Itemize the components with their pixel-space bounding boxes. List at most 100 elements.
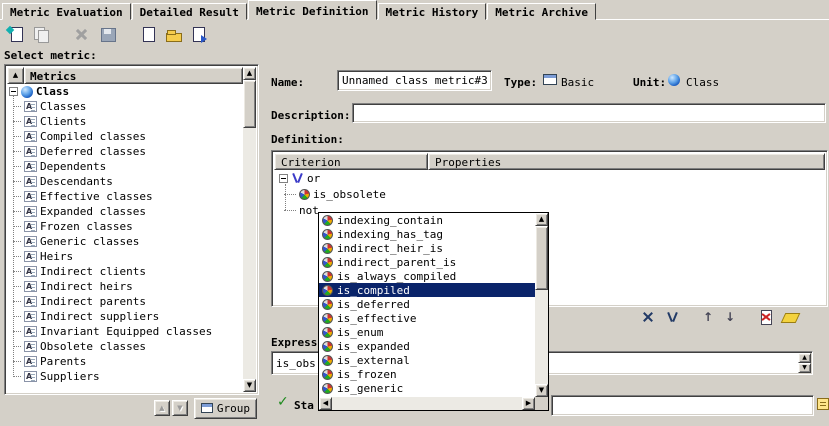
name-value: Unnamed class metric#3 xyxy=(342,74,488,87)
new-metric-button[interactable] xyxy=(2,22,28,46)
tree-item-expanded-classes[interactable]: Expanded classes xyxy=(13,204,243,219)
sort-header-cell[interactable]: ▲ xyxy=(7,67,24,84)
tree-item-frozen-classes[interactable]: Frozen classes xyxy=(13,219,243,234)
metric-icon xyxy=(24,146,37,157)
export-button[interactable] xyxy=(186,22,212,46)
properties-column-header[interactable]: Properties xyxy=(428,153,825,170)
tree-branch-line xyxy=(13,331,21,332)
left-triangle-icon: ◀ xyxy=(323,400,328,407)
tree-item-indirect-parents[interactable]: Indirect parents xyxy=(13,294,243,309)
criterion-option-indirect-parent-is[interactable]: indirect_parent_is xyxy=(319,255,535,269)
criterion-option-is-expanded[interactable]: is_expanded xyxy=(319,339,535,353)
scroll-down-button[interactable]: ▼ xyxy=(243,379,256,392)
tree-item-heirs[interactable]: Heirs xyxy=(13,249,243,264)
criterion-option-indexing-has-tag[interactable]: indexing_has_tag xyxy=(319,227,535,241)
collapse-icon[interactable] xyxy=(279,174,288,183)
option-label: is_generic xyxy=(337,382,403,395)
tree-item-obsolete-classes[interactable]: Obsolete classes xyxy=(13,339,243,354)
expression-scrollbar[interactable]: ▲ ▼ xyxy=(798,353,811,373)
tree-branch-line xyxy=(13,301,21,302)
exchange-criterion-icon[interactable] xyxy=(640,309,656,325)
tree-item-compiled-classes[interactable]: Compiled classes xyxy=(13,129,243,144)
tree-item-label: Parents xyxy=(40,355,86,368)
tree-item-dependents[interactable]: Dependents xyxy=(13,159,243,174)
criterion-column-header[interactable]: Criterion xyxy=(274,153,428,170)
criterion-option-indirect-heir-is[interactable]: indirect_heir_is xyxy=(319,241,535,255)
criterion-option-is-deferred[interactable]: is_deferred xyxy=(319,297,535,311)
tree-item-generic-classes[interactable]: Generic classes xyxy=(13,234,243,249)
up-triangle-icon: ▲ xyxy=(802,355,807,361)
criterion-label: or xyxy=(307,172,320,185)
tab-metric-history[interactable]: Metric History xyxy=(378,3,487,20)
tab-metric-archive[interactable]: Metric Archive xyxy=(487,3,596,20)
unit-label: Unit: xyxy=(633,76,666,89)
option-label: indexing_has_tag xyxy=(337,228,443,241)
tab-detailed-result[interactable]: Detailed Result xyxy=(132,3,247,20)
scroll-up-button[interactable]: ▲ xyxy=(535,213,548,226)
option-label: is_deferred xyxy=(337,298,410,311)
criterion-icon xyxy=(322,257,333,268)
scroll-down-button[interactable]: ▼ xyxy=(798,363,811,373)
criterion-option-is-frozen[interactable]: is_frozen xyxy=(319,367,535,381)
metric-icon xyxy=(24,296,37,307)
tree-item-indirect-suppliers[interactable]: Indirect suppliers xyxy=(13,309,243,324)
name-input[interactable]: Unnamed class metric#3 xyxy=(337,70,492,91)
metric-list-header: ▲ Metrics xyxy=(7,67,243,84)
metrics-column-header[interactable]: Metrics xyxy=(24,67,243,84)
scroll-down-button[interactable]: ▼ xyxy=(535,384,548,397)
tree-scrollbar[interactable]: ▲ ▼ xyxy=(243,67,256,392)
open-file-button[interactable] xyxy=(160,22,186,46)
tree-scrollbar-thumb[interactable] xyxy=(243,80,256,128)
criterion-icon xyxy=(322,383,333,394)
definition-label: Definition: xyxy=(271,133,344,146)
delete-metric-icon xyxy=(73,26,90,42)
scroll-left-button[interactable]: ◀ xyxy=(319,397,332,410)
criterion-option-is-generic[interactable]: is_generic xyxy=(319,381,535,395)
option-label: is_always_compiled xyxy=(337,270,456,283)
description-input[interactable] xyxy=(352,103,826,123)
tree-branch-line xyxy=(13,151,21,152)
scroll-up-button[interactable]: ▲ xyxy=(798,353,811,363)
or-operator-icon[interactable] xyxy=(664,309,680,325)
status-input[interactable] xyxy=(551,395,814,416)
criterion-option-is-compiled[interactable]: is_compiled xyxy=(319,283,535,297)
scroll-right-button[interactable]: ▶ xyxy=(522,397,535,410)
comment-icon[interactable] xyxy=(817,398,829,410)
criterion-option-is-effective[interactable]: is_effective xyxy=(319,311,535,325)
criterion-row-or[interactable]: or xyxy=(274,170,825,186)
tree-item-descendants[interactable]: Descendants xyxy=(13,174,243,189)
criterion-option-is-always-compiled[interactable]: is_always_compiled xyxy=(319,269,535,283)
tree-item-effective-classes[interactable]: Effective classes xyxy=(13,189,243,204)
move-criterion-down-icon[interactable]: ↓ xyxy=(722,309,738,325)
tree-item-deferred-classes[interactable]: Deferred classes xyxy=(13,144,243,159)
criterion-option-is-external[interactable]: is_external xyxy=(319,353,535,367)
group-button[interactable]: Group xyxy=(194,398,257,419)
tree-item-indirect-clients[interactable]: Indirect clients xyxy=(13,264,243,279)
tree-item-class[interactable]: Class xyxy=(7,84,243,99)
dropdown-horizontal-scrollbar[interactable]: ◀ ▶ xyxy=(319,397,535,410)
delete-criterion-icon[interactable] xyxy=(758,309,774,325)
tab-metric-evaluation[interactable]: Metric Evaluation xyxy=(2,3,131,20)
tree-item-parents[interactable]: Parents xyxy=(13,354,243,369)
criterion-row-is-obsolete[interactable]: is_obsolete xyxy=(274,186,825,202)
tree-item-clients[interactable]: Clients xyxy=(13,114,243,129)
tab-metric-definition[interactable]: Metric Definition xyxy=(248,0,377,20)
tree-item-indirect-heirs[interactable]: Indirect heirs xyxy=(13,279,243,294)
criterion-icon xyxy=(322,327,333,338)
criterion-option-indexing-contain[interactable]: indexing_contain xyxy=(319,213,535,227)
tree-item-invariant-equipped-classes[interactable]: Invariant Equipped classes xyxy=(13,324,243,339)
tree-branch-line xyxy=(13,346,21,347)
criterion-icon xyxy=(322,215,333,226)
dropdown-scrollbar-thumb[interactable] xyxy=(535,226,548,290)
open-file-icon xyxy=(165,26,182,42)
save-metric-icon xyxy=(99,26,116,42)
dropdown-vertical-scrollbar[interactable]: ▲ ▼ xyxy=(535,213,548,397)
scroll-up-button[interactable]: ▲ xyxy=(243,67,256,80)
move-metric-up-button: ▲ xyxy=(154,400,170,416)
criterion-option-is-enum[interactable]: is_enum xyxy=(319,325,535,339)
new-file-button[interactable] xyxy=(134,22,160,46)
tree-item-classes[interactable]: Classes xyxy=(13,99,243,114)
move-criterion-up-icon[interactable]: ↑ xyxy=(700,309,716,325)
erase-criterion-icon[interactable] xyxy=(782,309,798,325)
tree-item-suppliers[interactable]: Suppliers xyxy=(13,369,243,384)
